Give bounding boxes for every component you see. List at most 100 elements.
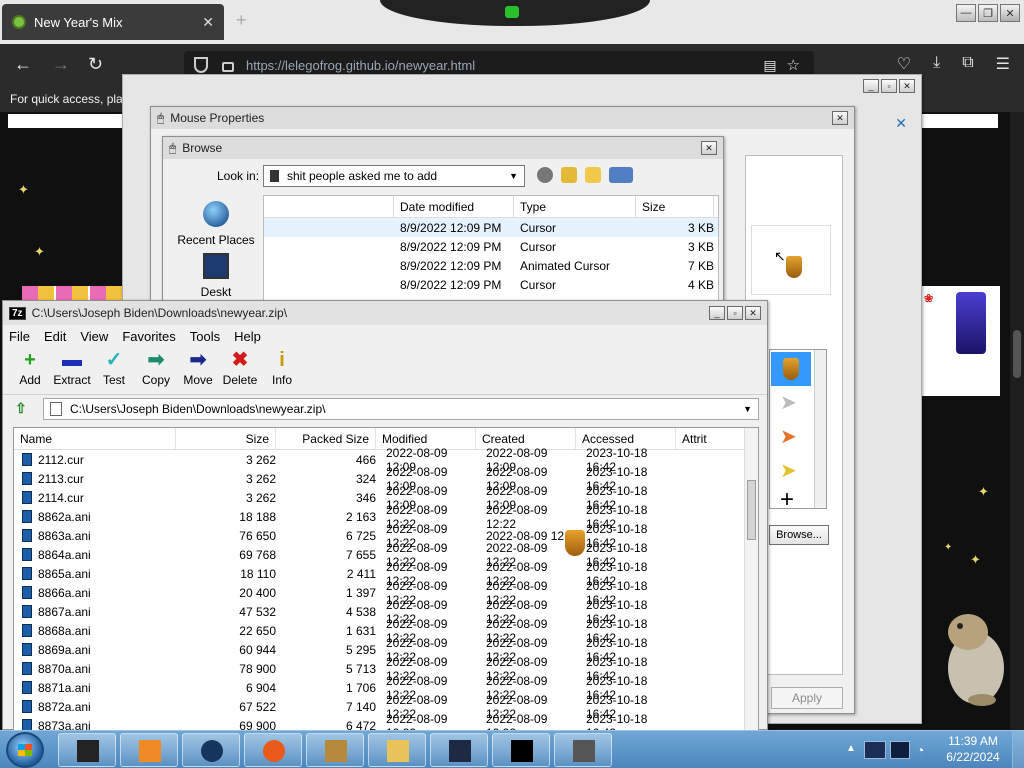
back-icon[interactable] (537, 167, 553, 183)
column-header-attributes[interactable]: Attrit (676, 428, 746, 449)
apply-button[interactable]: Apply (771, 687, 843, 709)
tab-close-icon[interactable]: ✕ (202, 14, 214, 31)
place-recent[interactable]: Recent Places (169, 201, 263, 247)
page-scrollbar[interactable] (1010, 112, 1024, 730)
browse-file-row[interactable]: 8/9/2022 12:09 PM Animated Cursor 7 KB (264, 256, 718, 275)
test-button[interactable]: ✓ Test (93, 347, 135, 394)
sparkle-icon: ✦ (944, 542, 953, 553)
info-button[interactable]: i Info (261, 347, 303, 394)
globe-icon (201, 740, 223, 762)
pocket-icon[interactable]: ♡ (897, 54, 911, 74)
download-icon[interactable]: ⤓ (933, 54, 940, 74)
menu-item-view[interactable]: View (80, 329, 108, 344)
7zip-maximize-button[interactable]: ▫ (727, 306, 743, 320)
close-button[interactable]: ✕ (1000, 4, 1020, 22)
browse-file-row[interactable]: 8/9/2022 12:09 PM Cursor 3 KB (264, 237, 718, 256)
reader-view-icon[interactable]: ▤ (763, 57, 776, 74)
mouse-properties-close-button[interactable]: ✕ (832, 111, 848, 125)
minimize-button[interactable]: — (956, 4, 976, 22)
file-row[interactable]: 8873a.ani69 9006 4722022-08-09 12:222022… (14, 712, 758, 730)
page-scrollbar-thumb[interactable] (1013, 330, 1021, 378)
taskbar-app-monitor[interactable] (58, 733, 116, 767)
taskbar-app-remote[interactable] (430, 733, 488, 767)
column-header-date[interactable]: Date modified (394, 196, 514, 217)
info-bar-close-icon[interactable]: ✕ (895, 115, 907, 132)
menu-item-tools[interactable]: Tools (190, 329, 220, 344)
look-in-dropdown[interactable]: shit people asked me to add ▼ (263, 165, 525, 187)
column-header-name[interactable] (264, 196, 394, 217)
column-header-size[interactable]: Size (176, 428, 276, 449)
look-in-label: Look in: (217, 169, 260, 183)
taskbar-app-mouse[interactable] (554, 733, 612, 767)
show-hidden-icons-button[interactable]: ▲ (846, 743, 856, 754)
7zip-list-scrollbar[interactable] (744, 428, 758, 730)
browse-button[interactable]: Browse... (769, 525, 829, 545)
pointer-yellow-icon[interactable]: ➤ (780, 458, 797, 483)
tray-sync-icon[interactable]: ◔ (916, 742, 924, 758)
menu-icon[interactable]: ☰ (996, 54, 1010, 74)
forward-button[interactable]: → (52, 54, 70, 75)
column-header-type[interactable]: Type (514, 196, 636, 217)
column-header-size[interactable]: Size (636, 196, 714, 217)
taskbar-app-media-player[interactable] (120, 733, 178, 767)
cursor-list[interactable]: ➤ ➤ ➤ + (769, 349, 827, 513)
pointer-gray-icon[interactable]: ➤ (780, 390, 797, 415)
maximize-button[interactable]: ❐ (978, 4, 998, 22)
taskbar-app-7zip[interactable] (492, 733, 550, 767)
7zip-path-field[interactable]: C:\Users\Joseph Biden\Downloads\newyear.… (43, 398, 759, 420)
move-button[interactable]: ➡ Move (177, 347, 219, 394)
taskbar-app-box-game[interactable] (306, 733, 364, 767)
tray-app-icon[interactable] (890, 741, 910, 759)
back-maximize-button[interactable]: ▫ (881, 79, 897, 93)
browse-file-row[interactable]: 8/9/2022 12:09 PM Cursor 3 KB (264, 218, 718, 237)
pointer-orange-icon[interactable]: ➤ (780, 424, 797, 449)
crosshair-icon[interactable]: + (780, 486, 794, 514)
place-desktop[interactable]: Deskt (169, 253, 263, 299)
toolbar-label: Move (183, 373, 213, 387)
chevron-down-icon[interactable]: ▼ (743, 404, 752, 414)
new-folder-icon[interactable] (585, 167, 601, 183)
new-tab-button[interactable]: + (236, 10, 247, 31)
bookmark-star-icon[interactable]: ☆ (787, 56, 800, 74)
menu-item-edit[interactable]: Edit (44, 329, 66, 344)
7zip-close-button[interactable]: ✕ (745, 306, 761, 320)
folder-icon (270, 170, 279, 182)
back-button[interactable]: ← (14, 54, 32, 75)
extract-button[interactable]: ▬ Extract (51, 347, 93, 394)
add-button[interactable]: + Add (9, 347, 51, 394)
tray-network-monitor-icon[interactable] (864, 741, 886, 759)
extensions-icon[interactable]: ⧉ (962, 54, 973, 74)
taskbar-app-firefox[interactable] (244, 733, 302, 767)
7zip-address-bar: ⇧ C:\Users\Joseph Biden\Downloads\newyea… (3, 395, 767, 423)
cursor-list-scrollbar[interactable] (814, 350, 826, 508)
reload-button[interactable]: ↻ (88, 54, 103, 75)
column-header-packed-size[interactable]: Packed Size (276, 428, 376, 449)
view-menu-icon[interactable] (609, 167, 633, 183)
up-folder-icon[interactable]: ⇧ (15, 400, 33, 418)
7zip-scrollbar-thumb[interactable] (747, 480, 756, 540)
delete-button[interactable]: ✖ Delete (219, 347, 261, 394)
up-folder-icon[interactable] (561, 167, 577, 183)
lock-icon[interactable] (222, 62, 234, 72)
show-desktop-button[interactable] (1012, 731, 1024, 768)
browse-file-row[interactable]: 8/9/2022 12:09 PM Cursor 4 KB (264, 275, 718, 294)
copy-button[interactable]: ➡ Copy (135, 347, 177, 394)
7zip-minimize-button[interactable]: _ (709, 306, 725, 320)
browse-close-button[interactable]: ✕ (701, 141, 717, 155)
column-header-name[interactable]: Name (14, 428, 176, 449)
cursor-file-icon (22, 529, 32, 542)
menu-item-file[interactable]: File (9, 329, 30, 344)
url-text[interactable]: https://lelegofrog.github.io/newyear.htm… (246, 58, 475, 73)
back-close-button[interactable]: ✕ (899, 79, 915, 93)
browser-tab[interactable]: New Year's Mix ✕ (2, 4, 224, 40)
tracking-shield-icon[interactable] (194, 57, 208, 73)
back-minimize-button[interactable]: _ (863, 79, 879, 93)
start-button[interactable] (6, 732, 44, 768)
menu-item-favorites[interactable]: Favorites (122, 329, 175, 344)
taskbar-app-explorer[interactable] (368, 733, 426, 767)
name-cell: 8869a.ani (14, 643, 176, 657)
cursor-list-selected-item[interactable] (771, 352, 811, 386)
menu-item-help[interactable]: Help (234, 329, 261, 344)
taskbar-app-globe[interactable] (182, 733, 240, 767)
taskbar-clock[interactable]: 11:39 AM 6/22/2024 (940, 733, 1006, 765)
